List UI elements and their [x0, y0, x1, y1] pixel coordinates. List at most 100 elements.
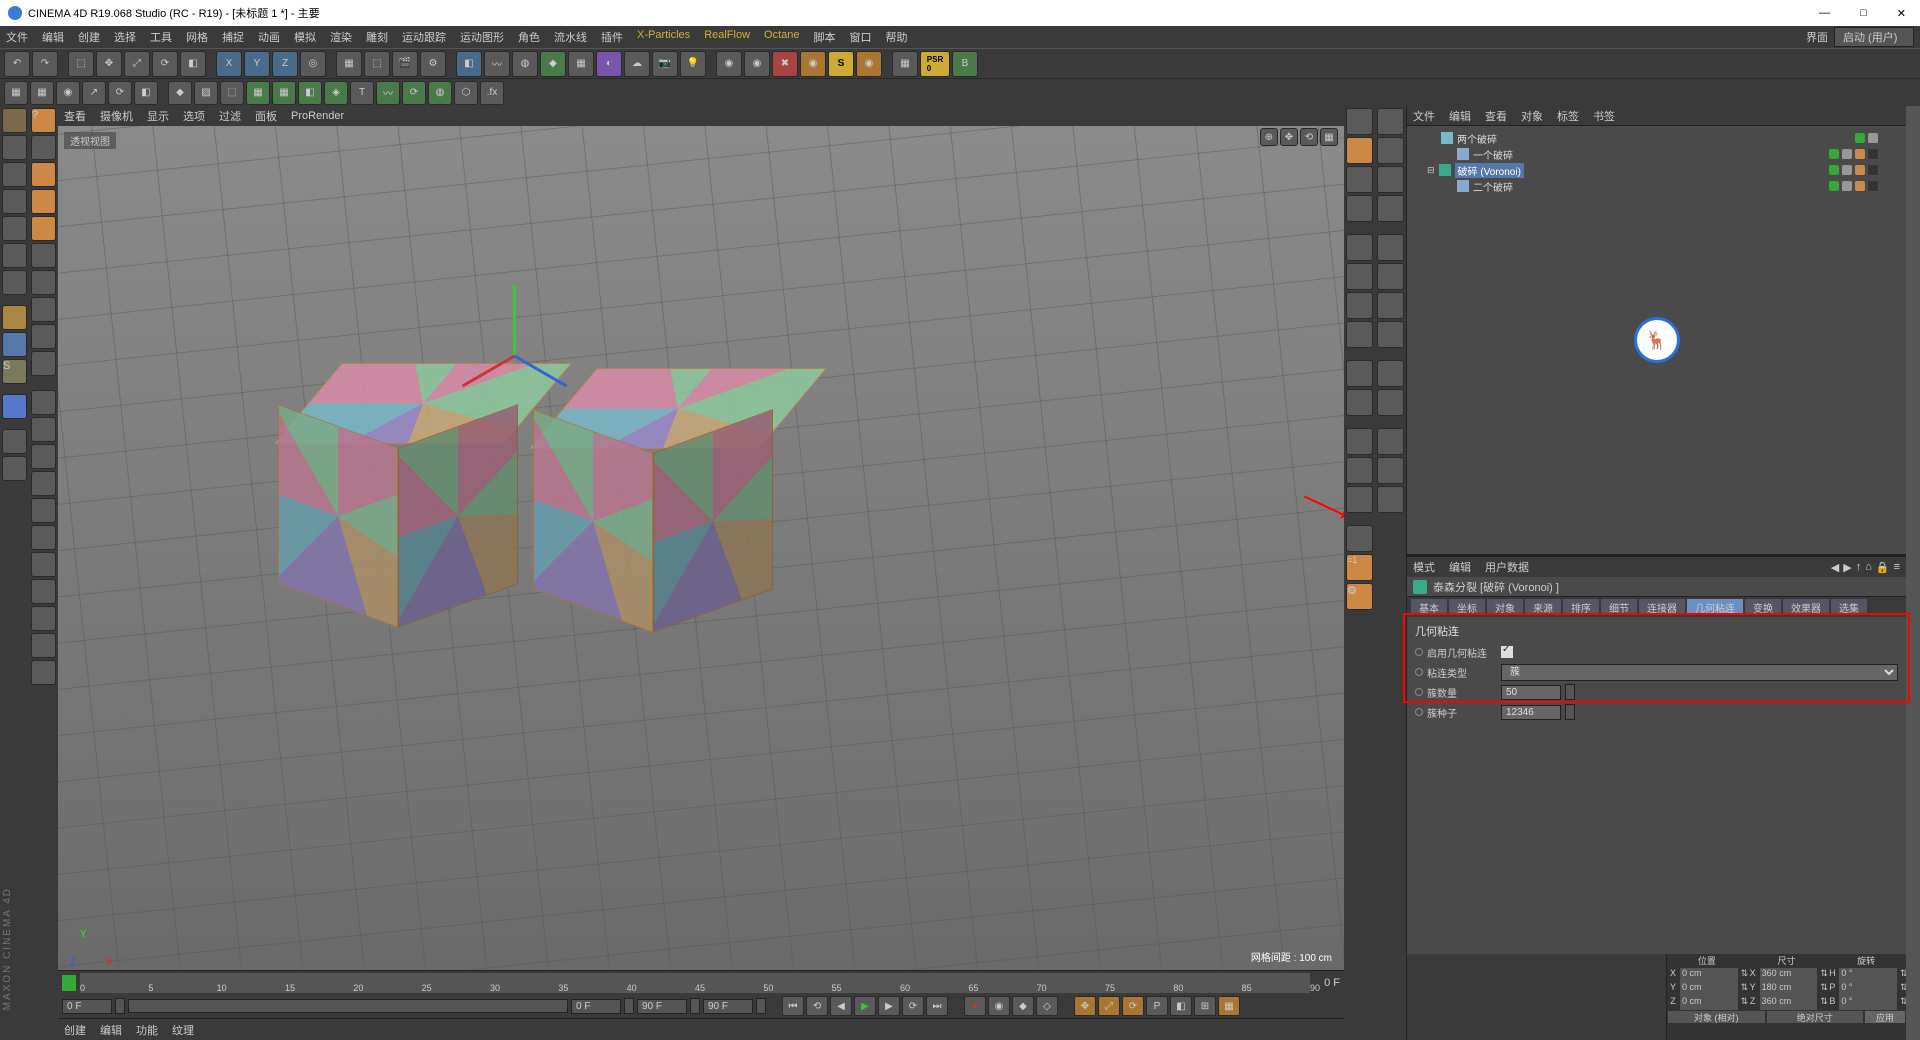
polygon-mode-button[interactable] [2, 270, 27, 295]
fill-select-tool[interactable] [31, 297, 56, 322]
rt-b3[interactable] [1377, 166, 1404, 193]
tab-基本[interactable]: 基本 [1411, 599, 1447, 615]
lock-button[interactable] [2, 429, 27, 454]
mograph-4[interactable]: ↗ [82, 81, 106, 105]
sb-9[interactable] [31, 606, 56, 631]
key-s-button[interactable]: ⤢ [1098, 996, 1120, 1016]
rect-select-tool[interactable] [31, 162, 56, 187]
menu-脚本[interactable]: 脚本 [814, 29, 836, 45]
step-back-button[interactable]: ⟲ [806, 996, 828, 1016]
next-frame-button[interactable]: ▶ [878, 996, 900, 1016]
goto-start-button[interactable]: ⏮ [782, 996, 804, 1016]
redo-button[interactable]: ↷ [32, 51, 58, 77]
loop-select-tool[interactable] [31, 243, 56, 268]
sb-7[interactable] [31, 552, 56, 577]
attr-nav-home[interactable]: ⌂ [1865, 561, 1872, 574]
prev-frame-button[interactable]: ◀ [830, 996, 852, 1016]
tab-几何粘连[interactable]: 几何粘连 [1687, 599, 1743, 615]
key-p-button[interactable]: ✥ [1074, 996, 1096, 1016]
rt-b12[interactable] [1377, 457, 1404, 484]
vp-nav-2[interactable]: ✥ [1280, 128, 1298, 146]
menu-文件[interactable]: 文件 [6, 29, 28, 45]
object-mode-button[interactable] [2, 189, 27, 214]
tab-来源[interactable]: 来源 [1525, 599, 1561, 615]
rt-5[interactable] [1346, 234, 1373, 261]
apply-button[interactable]: 应用 [1865, 1011, 1905, 1023]
autokey-button[interactable]: ◉ [988, 996, 1010, 1016]
range-slider[interactable] [128, 999, 568, 1013]
recent-tool[interactable]: ◧ [180, 51, 206, 77]
menu-雕刻[interactable]: 雕刻 [366, 29, 388, 45]
coord-size-select[interactable]: 绝对尺寸 [1767, 1011, 1864, 1023]
frame-f4[interactable]: 90 F [703, 999, 753, 1014]
undo-button[interactable]: ↶ [4, 51, 30, 77]
deformer-button[interactable]: ◐ [596, 51, 622, 77]
key-opt2-button[interactable]: ⊞ [1194, 996, 1216, 1016]
menu-选择[interactable]: 选择 [114, 29, 136, 45]
viewmenu-过滤[interactable]: 过滤 [219, 108, 241, 124]
rt-8[interactable] [1346, 321, 1373, 348]
rt-b8[interactable] [1377, 321, 1404, 348]
vp-nav-3[interactable]: ⟲ [1300, 128, 1318, 146]
rt-scale-1[interactable]: =1 [1346, 554, 1373, 581]
rt-13[interactable] [1346, 486, 1373, 513]
viewmenu-面板[interactable]: 面板 [255, 108, 277, 124]
tab-排序[interactable]: 排序 [1563, 599, 1599, 615]
rt-b10[interactable] [1377, 389, 1404, 416]
attr-lock-icon[interactable]: 🔒 [1876, 561, 1890, 574]
frame-current[interactable]: 0 F [62, 999, 112, 1014]
matmenu-编辑[interactable]: 编辑 [100, 1022, 122, 1038]
matmenu-功能[interactable]: 功能 [136, 1022, 158, 1038]
timeline[interactable]: 051015202530354045505560657075808590 0 F [58, 971, 1344, 995]
sb-1[interactable] [31, 390, 56, 415]
voronoi-button[interactable]: ◍ [428, 81, 452, 105]
fx-button[interactable]: .fx [480, 81, 504, 105]
step-fwd-button[interactable]: ⟳ [902, 996, 924, 1016]
render-picture-button[interactable]: 🎬 [392, 51, 418, 77]
render-region-button[interactable]: ⬚ [364, 51, 390, 77]
objmenu-对象[interactable]: 对象 [1521, 108, 1543, 124]
frame-spinner[interactable] [115, 998, 125, 1014]
menu-帮助[interactable]: 帮助 [886, 29, 908, 45]
array-button[interactable]: ▦ [568, 51, 594, 77]
viewmenu-显示[interactable]: 显示 [147, 108, 169, 124]
vp-nav-4[interactable]: ▦ [1320, 128, 1338, 146]
camera-button[interactable]: 📷 [652, 51, 678, 77]
rt-b13[interactable] [1377, 486, 1404, 513]
rt-14[interactable] [1346, 525, 1373, 552]
rt-b5[interactable] [1377, 234, 1404, 261]
axis-z-button[interactable]: Z [272, 51, 298, 77]
make-editable-button[interactable] [2, 108, 27, 133]
rt-b11[interactable] [1377, 428, 1404, 455]
light-button[interactable]: 💡 [680, 51, 706, 77]
minimize-button[interactable]: — [1813, 7, 1836, 20]
phong-select-tool[interactable] [31, 351, 56, 376]
rt-b6[interactable] [1377, 263, 1404, 290]
viewmenu-ProRender[interactable]: ProRender [291, 110, 344, 122]
render-view-button[interactable]: ▦ [336, 51, 362, 77]
attrmenu-模式[interactable]: 模式 [1413, 559, 1435, 575]
attr-nav-fwd[interactable]: ▶ [1843, 561, 1851, 574]
select-粘连类型[interactable]: 簇 [1501, 664, 1898, 681]
attrmenu-编辑[interactable]: 编辑 [1449, 559, 1471, 575]
tree-row[interactable]: ⊟破碎 (Voronoi) [1411, 162, 1902, 178]
tree-row[interactable]: 一个破碎 [1411, 146, 1902, 162]
magnet-button[interactable] [2, 394, 27, 419]
psr-button[interactable]: PSR0 [920, 51, 950, 77]
frame-f3[interactable]: 90 F [637, 999, 687, 1014]
rt-b9[interactable] [1377, 360, 1404, 387]
model-mode-button[interactable] [2, 135, 27, 160]
attr-menu-icon[interactable]: ≡ [1894, 561, 1900, 574]
tracer-button[interactable]: 〰 [376, 81, 400, 105]
rt-10[interactable] [1346, 389, 1373, 416]
select-tool[interactable]: ⬚ [68, 51, 94, 77]
matrix-button[interactable]: ▦ [272, 81, 296, 105]
environment-button[interactable]: ☁ [624, 51, 650, 77]
objmenu-书签[interactable]: 书签 [1593, 108, 1615, 124]
rt-b2[interactable] [1377, 137, 1404, 164]
objmenu-编辑[interactable]: 编辑 [1449, 108, 1471, 124]
timeline-ruler[interactable]: 051015202530354045505560657075808590 [80, 973, 1310, 993]
rt-3[interactable] [1346, 166, 1373, 193]
spline-button[interactable]: 〰 [484, 51, 510, 77]
mograph-8[interactable]: ▨ [194, 81, 218, 105]
